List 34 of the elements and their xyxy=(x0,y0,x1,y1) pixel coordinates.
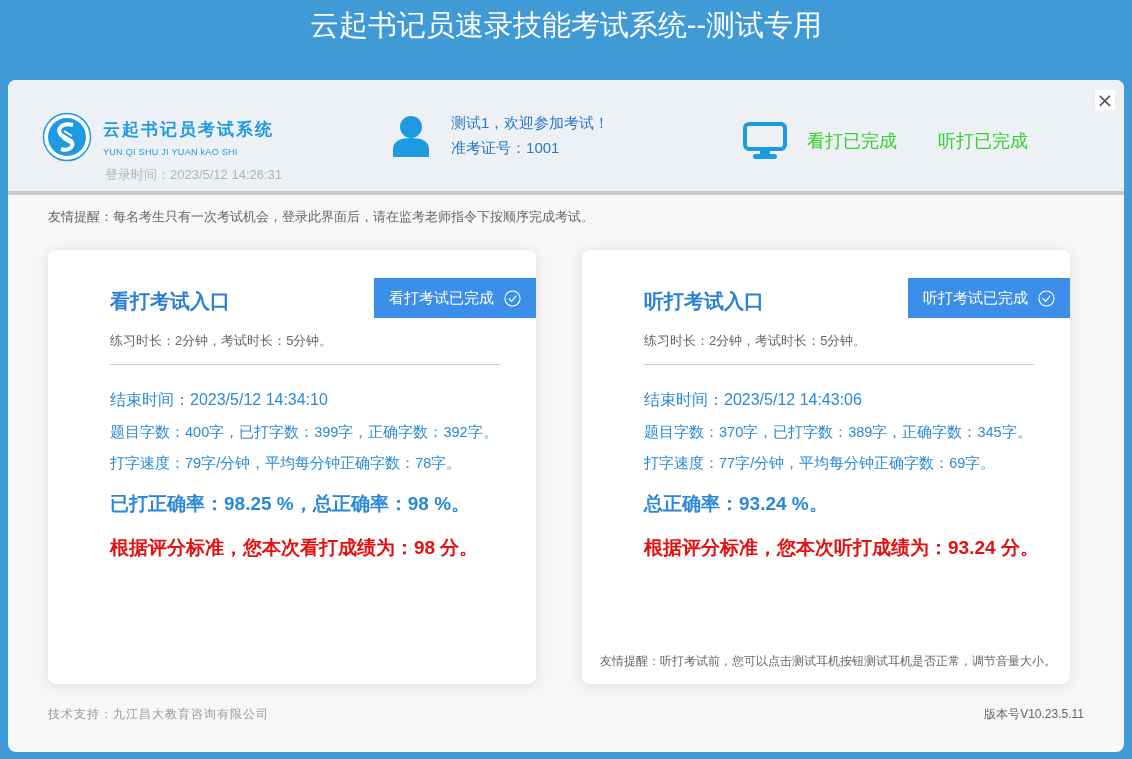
welcome-text: 测试1，欢迎参加考试！ xyxy=(451,114,610,133)
check-circle-icon xyxy=(1038,289,1055,307)
tip-text: 友情提醒：听打考试前，您可以点击测试耳机按钮测试耳机是否正常，调节音量大小。 xyxy=(600,653,1057,670)
support-text: 技术支持：九江昌大教育咨询有限公司 xyxy=(48,706,269,723)
accuracy-text: 已打正确率：98.25 %，总正确率：98 %。 xyxy=(110,492,472,516)
typing-speed: 打字速度：77字/分钟，平均每分钟正确字数：69字。 xyxy=(644,454,997,473)
version-text: 版本号V10.23.5.11 xyxy=(984,706,1084,723)
exam-id: 准考证号：1001 xyxy=(451,139,561,158)
char-counts: 题目字数：400字，已打字数：399字，正确字数：392字。 xyxy=(110,423,499,442)
score-text: 根据评分标准，您本次看打成绩为：98 分。 xyxy=(110,536,480,560)
logo-icon xyxy=(42,112,92,162)
notice-text: 友情提醒：每名考生只有一次考试机会，登录此界面后，请在监考老师指令下按顺序完成考试。 xyxy=(48,208,595,226)
app-logo-subtitle: YUN QI SHU JI YUAN kAO SHI xyxy=(103,146,239,157)
close-button[interactable]: × xyxy=(1095,90,1115,110)
end-time: 结束时间：2023/5/12 14:34:10 xyxy=(110,390,329,410)
score-text: 根据评分标准，您本次听打成绩为：93.24 分。 xyxy=(644,536,1040,560)
accuracy-text: 总正确率：93.24 %。 xyxy=(644,492,829,516)
monitor-icon xyxy=(743,122,788,160)
typing-speed: 打字速度：79字/分钟，平均每分钟正确字数：78字。 xyxy=(110,454,463,473)
status-label: 看打已完成 xyxy=(807,130,898,153)
login-time: 登录时间：2023/5/12 14:26:31 xyxy=(105,166,283,184)
card-title: 听打考试入口 xyxy=(644,288,764,314)
exam-button[interactable]: 听打考试已完成 xyxy=(908,278,1070,318)
char-counts: 题目字数：370字，已打字数：389字，正确字数：345字。 xyxy=(644,423,1033,442)
duration-text: 练习时长：2分钟，考试时长：5分钟。 xyxy=(110,332,334,350)
window-title: 云起书记员速录技能考试系统--测试专用 xyxy=(309,8,823,43)
exam-button[interactable]: 看打考试已完成 xyxy=(374,278,536,318)
end-time: 结束时间：2023/5/12 14:43:06 xyxy=(644,390,863,410)
user-icon xyxy=(393,115,430,157)
app-logo-title: 云起书记员考试系统 xyxy=(103,118,274,141)
duration-text: 练习时长：2分钟，考试时长：5分钟。 xyxy=(644,332,868,350)
card-title: 看打考试入口 xyxy=(110,288,230,314)
status-label: 听打已完成 xyxy=(938,130,1029,153)
check-circle-icon xyxy=(504,289,521,307)
